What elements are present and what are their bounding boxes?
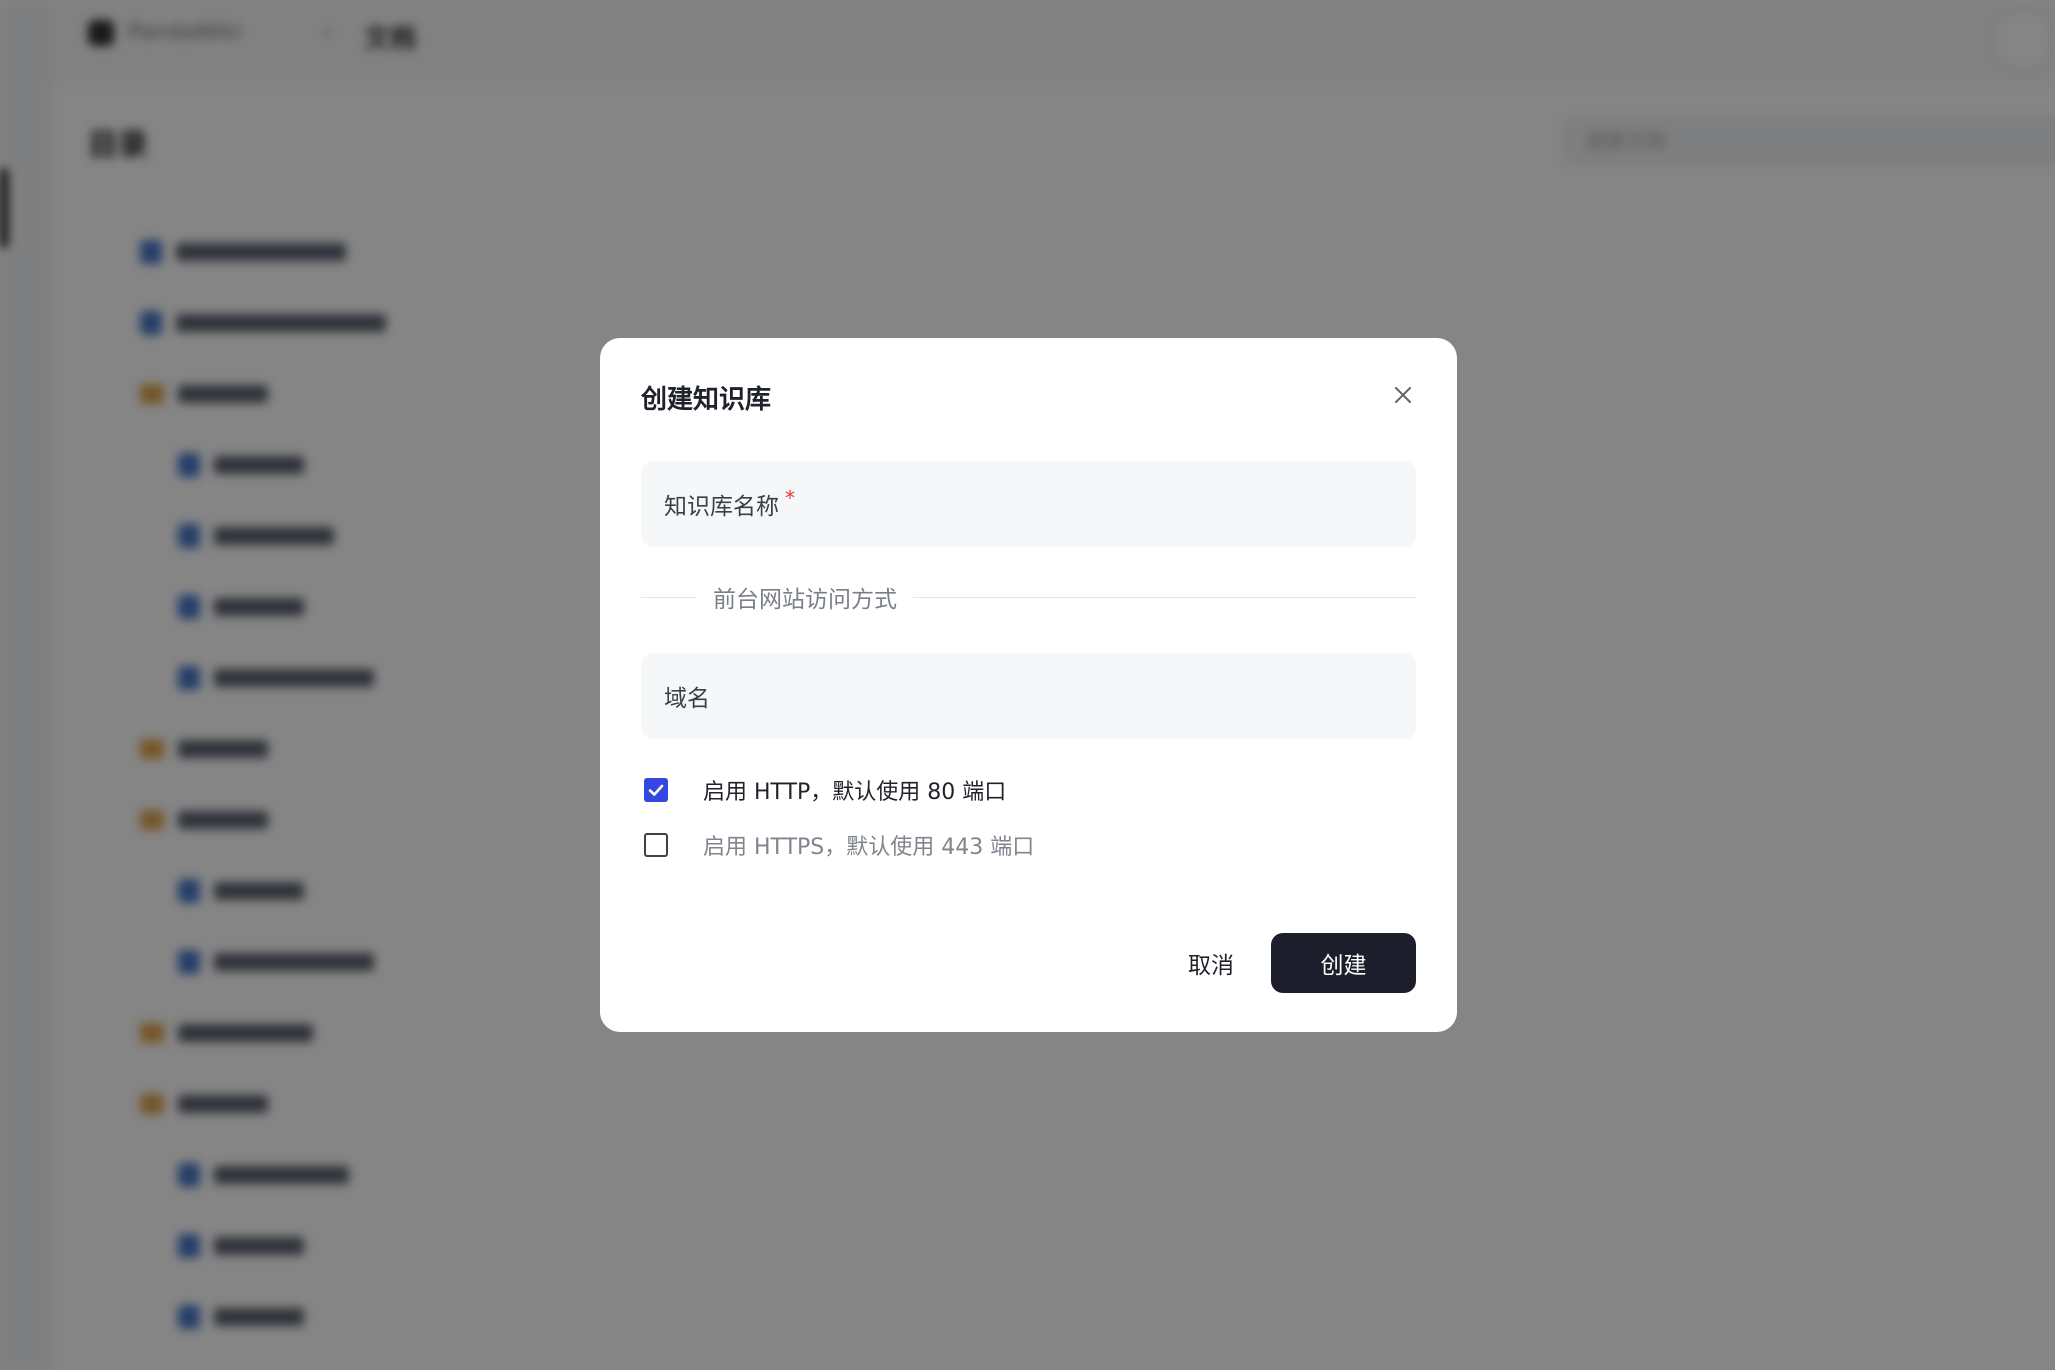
divider-label: 前台网站访问方式 — [713, 587, 897, 613]
https-option-label: 启用 HTTPS，默认使用 443 端口 — [703, 835, 1035, 860]
http-option[interactable]: 启用 HTTP，默认使用 80 端口 — [644, 774, 1006, 806]
close-button[interactable] — [1388, 380, 1418, 410]
create-knowledge-base-dialog: 创建知识库 知识库名称 * 前台网站访问方式 域名 启用 HTTP，默认使用 8… — [600, 338, 1457, 1032]
knowledge-base-name-label: 知识库名称 — [664, 494, 779, 520]
divider-line — [913, 596, 1416, 598]
create-button[interactable]: 创建 — [1271, 933, 1416, 993]
https-option[interactable]: 启用 HTTPS，默认使用 443 端口 — [644, 829, 1034, 861]
close-icon — [1395, 387, 1411, 403]
dialog-title: 创建知识库 — [641, 385, 772, 415]
cancel-button[interactable]: 取消 — [1174, 933, 1248, 993]
domain-field[interactable]: 域名 — [641, 653, 1416, 739]
https-checkbox[interactable] — [644, 833, 668, 857]
divider-line — [641, 596, 697, 598]
checkmark-icon — [648, 784, 664, 796]
http-option-label: 启用 HTTP，默认使用 80 端口 — [703, 780, 1007, 805]
knowledge-base-name-field[interactable]: 知识库名称 * — [641, 461, 1416, 547]
required-mark: * — [785, 486, 795, 510]
http-checkbox[interactable] — [644, 778, 668, 802]
domain-label: 域名 — [664, 686, 710, 712]
section-divider: 前台网站访问方式 — [641, 580, 1416, 614]
